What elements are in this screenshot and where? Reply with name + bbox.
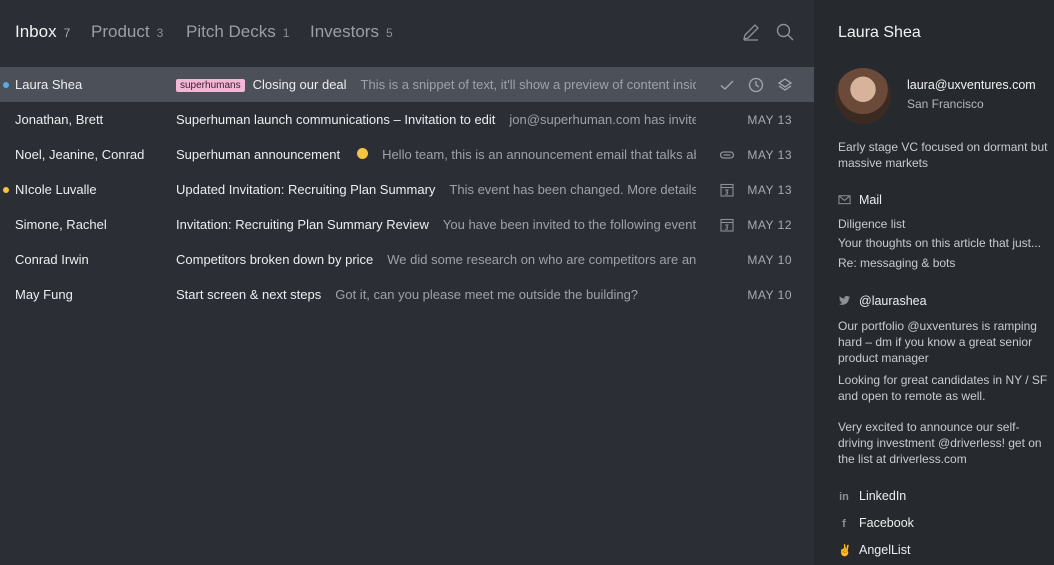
email-snippet: You have been invited to the following e…: [442, 217, 696, 232]
tab-label: Product: [91, 22, 150, 41]
label-tag[interactable]: superhumans: [176, 79, 245, 92]
mail-thread-item[interactable]: Diligence list: [838, 217, 905, 231]
twitter-handle: @laurashea: [859, 294, 927, 308]
contact-bio: Early stage VC focused on dormant but ma…: [838, 140, 1048, 170]
email-date: MAY 13: [747, 148, 792, 162]
email-content: Start screen & next steps Got it, can you…: [176, 287, 696, 302]
tab-count: 7: [63, 26, 71, 40]
remind-clock-icon[interactable]: [748, 77, 764, 93]
mail-icon: [838, 195, 851, 205]
tweet-text: Our portfolio @uxventures is ramping har…: [838, 319, 1037, 365]
tab-count: 5: [385, 26, 393, 40]
smiley-emoji-icon: [357, 148, 369, 159]
email-content: Invitation: Recruiting Plan Summary Revi…: [176, 217, 696, 232]
email-row[interactable]: Noel, Jeanine, Conrad Superhuman announc…: [0, 137, 814, 172]
tab-count: 3: [156, 26, 164, 40]
email-sender: Noel, Jeanine, Conrad: [15, 147, 145, 162]
email-date: MAY 13: [747, 113, 792, 127]
linkedin-link[interactable]: in LinkedIn: [838, 489, 906, 503]
facebook-link[interactable]: f Facebook: [838, 516, 914, 530]
email-snippet: We did some research on who are competit…: [387, 252, 696, 267]
tab-label: Investors: [310, 22, 379, 41]
twitter-icon: [838, 295, 851, 305]
unread-indicator: [3, 82, 9, 88]
tab-investors[interactable]: Investors 5: [310, 22, 393, 42]
email-list-pane: Inbox 7 Product 3 Pitch Decks 1 Investors 5 …: [0, 0, 814, 565]
facebook-icon: f: [842, 518, 846, 530]
tab-label: Inbox: [15, 22, 57, 41]
mail-thread-item[interactable]: Your thoughts on this article that just.…: [838, 236, 1041, 250]
tab-count: 1: [282, 26, 290, 40]
contact-name: Laura Shea: [838, 24, 921, 41]
email-content: Updated Invitation: Recruiting Plan Summ…: [176, 182, 696, 197]
angellist-icon: ✌: [838, 545, 852, 557]
link-label: LinkedIn: [859, 489, 907, 503]
email-row[interactable]: Laura Shea superhumans Closing our deal Th…: [0, 67, 814, 102]
more-actions-icon[interactable]: [777, 77, 793, 93]
email-row[interactable]: Simone, Rachel Invitation: Recruiting Pl…: [0, 207, 814, 242]
tab-inbox[interactable]: Inbox 7: [15, 22, 70, 42]
contact-sidebar: Laura Shea laura@uxventures.com San Fran…: [814, 0, 1054, 565]
tab-product[interactable]: Product 3: [91, 22, 163, 42]
email-sender: NIcole Luvalle: [15, 182, 97, 197]
email-subject: Invitation: Recruiting Plan Summary Revi…: [176, 217, 429, 232]
email-date: MAY 13: [747, 183, 792, 197]
attachment-icon: [719, 147, 735, 163]
email-subject: Start screen & next steps: [176, 287, 322, 302]
email-subject: Updated Invitation: Recruiting Plan Summ…: [176, 182, 436, 197]
angellist-link[interactable]: ✌ AngelList: [838, 543, 910, 557]
email-row[interactable]: Jonathan, Brett Superhuman launch commun…: [0, 102, 814, 137]
avatar: [835, 68, 891, 124]
email-subject: Superhuman launch communications – Invit…: [176, 112, 496, 127]
email-content: Competitors broken down by price We did s…: [176, 252, 696, 267]
email-row[interactable]: NIcole Luvalle Updated Invitation: Recru…: [0, 172, 814, 207]
email-snippet: Got it, can you please meet me outside t…: [335, 287, 639, 302]
mail-heading-label: Mail: [859, 193, 882, 207]
calendar-icon: [719, 217, 735, 233]
mail-thread-item[interactable]: Re: messaging & bots: [838, 256, 955, 270]
email-date: MAY 12: [747, 218, 792, 232]
email-sender: May Fung: [15, 287, 73, 302]
email-subject: Closing our deal: [252, 77, 347, 92]
email-snippet: This is a snippet of text, it'll show a …: [360, 77, 696, 92]
mail-section-heading: Mail: [838, 193, 882, 207]
email-sender: Conrad Irwin: [15, 252, 89, 267]
email-snippet: This event has been changed. More detail…: [449, 182, 696, 197]
email-content: Superhuman announcement Hello team, this …: [176, 147, 696, 162]
email-subject: Competitors broken down by price: [176, 252, 374, 267]
tab-pitch-decks[interactable]: Pitch Decks 1: [186, 22, 289, 42]
compose-icon[interactable]: [741, 22, 761, 42]
email-content: Superhuman launch communications – Invit…: [176, 112, 696, 127]
done-check-icon[interactable]: [719, 77, 735, 93]
calendar-icon: [719, 182, 735, 198]
email-sender: Simone, Rachel: [15, 217, 107, 232]
email-subject: Superhuman announcement: [176, 147, 341, 162]
email-sender: Jonathan, Brett: [15, 112, 104, 127]
tab-bar: Inbox 7 Product 3 Pitch Decks 1 Investors 5: [0, 0, 814, 66]
email-sender: Laura Shea: [15, 77, 83, 92]
tweet-text: Looking for great candidates in NY / SF …: [838, 373, 1048, 403]
email-date: MAY 10: [747, 288, 792, 302]
email-row[interactable]: Conrad Irwin Competitors broken down by …: [0, 242, 814, 277]
email-snippet: jon@superhuman.com has invite...: [509, 112, 696, 127]
link-label: AngelList: [859, 543, 911, 557]
twitter-section-heading[interactable]: @laurashea: [838, 294, 927, 308]
link-label: Facebook: [859, 516, 914, 530]
email-date: MAY 10: [747, 253, 792, 267]
contact-email[interactable]: laura@uxventures.com: [907, 78, 1036, 92]
email-snippet: Hello team, this is an announcement emai…: [382, 147, 696, 162]
email-list: Laura Shea superhumans Closing our deal Th…: [0, 67, 814, 312]
linkedin-icon: in: [839, 491, 849, 503]
email-row[interactable]: May Fung Start screen & next steps Got it…: [0, 277, 814, 312]
contact-location: San Francisco: [907, 97, 984, 111]
search-icon[interactable]: [775, 22, 795, 42]
tweet-text: Very excited to announce our self-drivin…: [838, 420, 1042, 466]
email-content: superhumans Closing our deal This is a sni…: [176, 77, 696, 92]
tab-label: Pitch Decks: [186, 22, 276, 41]
unread-indicator: [3, 187, 9, 193]
